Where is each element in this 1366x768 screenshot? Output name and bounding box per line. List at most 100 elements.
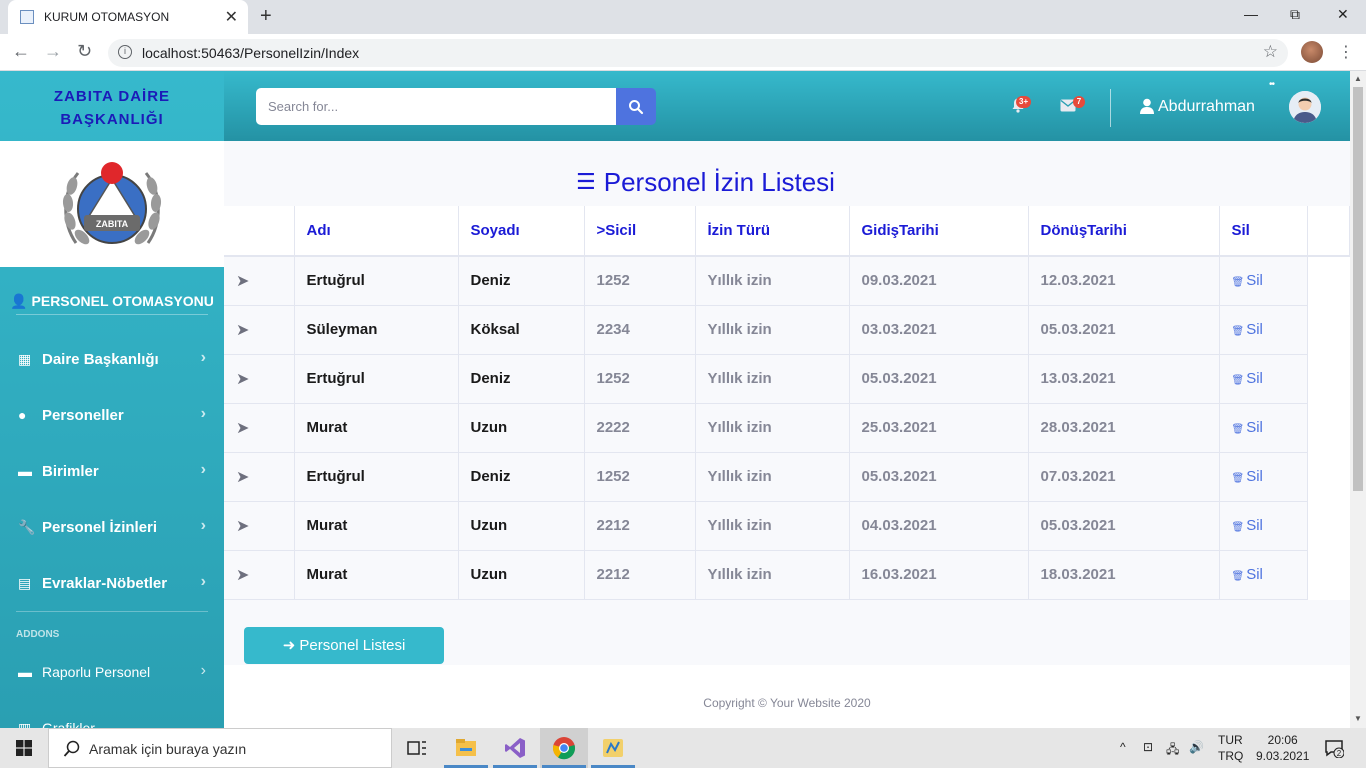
visual-studio-icon[interactable] [503,736,527,760]
delete-link[interactable]: 🗑 Sil [1219,550,1308,600]
username[interactable]: Abdurrahman [1158,98,1255,116]
sidebar-item-birimler[interactable]: ▬ Birimler › [16,460,210,484]
user-icon [1140,98,1154,114]
trash-icon: 🗑 [1231,571,1245,582]
column-header-sicil[interactable]: >Sicil [584,206,696,257]
scroll-down-icon[interactable]: ▼ [1354,714,1362,723]
delete-link[interactable]: 🗑 Sil [1219,452,1308,502]
new-tab-button[interactable]: + [260,5,272,28]
cell-adi: Ertuğrul [294,354,459,404]
search-button[interactable] [616,88,656,125]
trash-icon: 🗑 [1231,424,1245,435]
list-bars-icon: ☰ [576,169,596,194]
site-info-icon[interactable]: i [118,45,132,59]
column-header-adi[interactable]: Adı [294,206,459,257]
restore-button[interactable]: ⧉ [1290,6,1300,23]
browser-tab[interactable]: KURUM OTOMASYON ✕ [8,0,248,34]
sidebar-item-personel-izinleri[interactable]: 🔧 Personel İzinleri › [16,516,210,540]
minimize-button[interactable]: — [1244,6,1258,22]
reload-icon[interactable]: ↻ [77,41,92,62]
column-header-gidis-tarihi[interactable]: GidişTarihi [849,206,1029,257]
cell-soyadi: Uzun [458,403,585,453]
system-clock[interactable]: 20:06 9.03.2021 [1256,732,1309,764]
cell-sicil: 2222 [584,403,696,453]
notification-center-icon[interactable]: 2 [1324,738,1344,758]
cell-donus-tarihi: 05.03.2021 [1028,305,1220,355]
url-text[interactable]: localhost:50463/PersonelIzin/Index [142,45,359,61]
sidebar-item-label: Evraklar-Nöbetler [42,575,168,592]
address-bar[interactable]: i localhost:50463/PersonelIzin/Index ☆ [108,39,1288,67]
taskbar-search-box[interactable]: Aramak için buraya yazın [48,728,392,768]
personel-listesi-button[interactable]: ➜ Personel Listesi [244,627,444,664]
browser-menu-icon[interactable]: ⋮ [1338,42,1354,62]
file-icon: ▤ [18,575,32,591]
sidebar-item-personeller[interactable]: ● Personeller › [16,404,210,428]
chrome-icon[interactable] [552,736,576,760]
scroll-up-icon[interactable]: ▲ [1354,74,1362,83]
divider [16,314,208,315]
file-explorer-icon[interactable] [454,736,478,760]
input-language[interactable]: TUR TRQ [1218,732,1243,764]
close-window-button[interactable]: ✕ [1337,6,1349,23]
cell-izin-turu: Yıllık izin [695,256,850,306]
table-row: ➤ Murat Uzun 2222 Yıllık izin 25.03.2021… [224,403,1349,453]
delete-link[interactable]: 🗑 Sil [1219,354,1308,404]
search-icon [63,740,80,757]
delete-link[interactable]: 🗑 Sil [1219,305,1308,355]
user-menu-dots-icon[interactable]: •• [1269,79,1275,90]
meet-now-icon[interactable]: ⊡ [1143,740,1153,754]
delete-link[interactable]: 🗑 Sil [1219,501,1308,551]
scrollbar-thumb[interactable] [1353,87,1363,491]
folder-icon: ▬ [18,463,32,479]
delete-link[interactable]: 🗑 Sil [1219,403,1308,453]
back-icon[interactable]: ← [12,41,30,62]
forward-icon[interactable]: → [44,41,62,62]
column-header-soyadi[interactable]: Soyadı [458,206,585,257]
trash-icon: 🗑 [1231,277,1245,289]
cell-donus-tarihi: 18.03.2021 [1028,550,1220,600]
search-input[interactable] [256,88,616,125]
sidebar-brand[interactable]: ZABITA DAİRE BAŞKANLIĞI [0,71,224,141]
app-icon[interactable] [601,736,625,760]
cell-soyadi: Deniz [458,256,585,306]
sidebar-item-raporlu-personel[interactable]: ▬ Raporlu Personel › [16,661,210,685]
cell-donus-tarihi: 13.03.2021 [1028,354,1220,404]
windows-start-icon[interactable] [16,740,32,756]
cell-sicil: 2212 [584,501,696,551]
row-arrow-icon[interactable]: ➤ [224,354,295,404]
cell-sicil: 1252 [584,452,696,502]
page-scrollbar[interactable]: ▲ ▼ [1350,71,1366,728]
row-arrow-icon[interactable]: ➤ [224,501,295,551]
brand-line-2: BAŞKANLIĞI [60,111,164,128]
row-arrow-icon[interactable]: ➤ [224,550,295,600]
delete-link[interactable]: 🗑 Sil [1219,256,1308,306]
cell-izin-turu: Yıllık izin [695,501,850,551]
cell-izin-turu: Yıllık izin [695,403,850,453]
chevron-right-icon: › [200,517,206,534]
row-arrow-icon[interactable]: ➤ [224,256,295,306]
sidebar-item-evraklar-nobetler[interactable]: ▤ Evraklar-Nöbetler › [16,572,210,596]
column-header-donus-tarihi[interactable]: DönüşTarihi [1028,206,1220,257]
show-hidden-icons-icon[interactable]: ^ [1120,740,1126,754]
cell-donus-tarihi: 28.03.2021 [1028,403,1220,453]
column-header-izin-turu[interactable]: İzin Türü [695,206,850,257]
cell-sicil: 1252 [584,256,696,306]
bookmark-star-icon[interactable]: ☆ [1263,42,1278,62]
sidebar-item-daire-baskanligi[interactable]: ▦ Daire Başkanlığı › [16,348,210,372]
network-icon[interactable]: 🖧 [1166,740,1179,761]
sidebar-item-grafikler[interactable]: ▥ Grafikler [16,717,210,728]
browser-profile-avatar[interactable] [1301,41,1323,63]
row-arrow-icon[interactable]: ➤ [224,403,295,453]
chevron-right-icon: › [200,405,206,422]
alerts-badge: 3+ [1016,96,1032,108]
avatar[interactable] [1289,91,1321,123]
row-arrow-icon[interactable]: ➤ [224,305,295,355]
close-tab-icon[interactable]: ✕ [225,7,238,27]
task-view-icon[interactable] [405,736,429,760]
table-header-row: Adı Soyadı >Sicil İzin Türü GidişTarihi … [224,206,1350,257]
sidebar-heading: 👤 PERSONEL OTOMASYONU [0,293,224,310]
volume-icon[interactable]: 🔊 [1189,740,1204,754]
browser-toolbar: ← → ↻ i localhost:50463/PersonelIzin/Ind… [0,34,1366,71]
cell-adi: Murat [294,501,459,551]
row-arrow-icon[interactable]: ➤ [224,452,295,502]
